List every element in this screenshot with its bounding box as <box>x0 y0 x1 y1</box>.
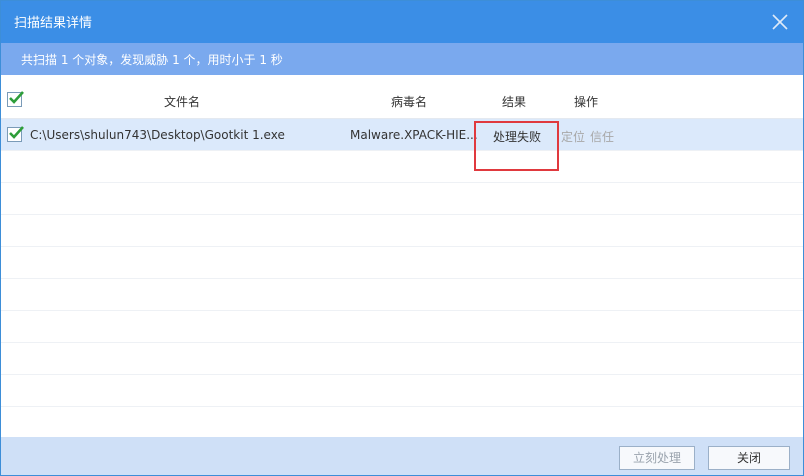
table-row <box>1 279 803 311</box>
locate-link[interactable]: 定位 <box>561 128 585 145</box>
table-row <box>1 183 803 215</box>
results-table: 文件名 病毒名 结果 操作 C:\Users\shulun743\Desktop… <box>1 81 803 437</box>
dialog-title: 扫描结果详情 <box>14 16 93 31</box>
header-filename: 文件名 <box>164 95 201 109</box>
trust-link[interactable]: 信任 <box>590 128 614 145</box>
table-header: 文件名 病毒名 结果 操作 <box>1 81 803 119</box>
close-icon[interactable] <box>771 13 789 31</box>
header-virus-name: 病毒名 <box>391 95 428 109</box>
row-filename: C:\Users\shulun743\Desktop\Gootkit 1.exe <box>30 128 285 142</box>
header-action: 操作 <box>574 95 599 109</box>
result-highlight-box <box>474 121 559 171</box>
select-all-checkbox[interactable] <box>7 91 24 107</box>
table-row <box>1 311 803 343</box>
close-button[interactable]: 关闭 <box>708 446 790 470</box>
table-row <box>1 151 803 183</box>
scan-summary-text: 共扫描 1 个对象，发现威胁 1 个，用时小于 1 秒 <box>21 53 283 67</box>
scan-result-dialog: 扫描结果详情 共扫描 1 个对象，发现威胁 1 个，用时小于 1 秒 文件名 病… <box>0 0 804 476</box>
checkmark-icon <box>9 91 24 104</box>
table-row <box>1 407 803 437</box>
table-row <box>1 375 803 407</box>
table-row <box>1 215 803 247</box>
table-row[interactable]: C:\Users\shulun743\Desktop\Gootkit 1.exe… <box>1 119 803 151</box>
dialog-footer: 立刻处理 关闭 <box>1 437 803 475</box>
table-row <box>1 343 803 375</box>
titlebar: 扫描结果详情 <box>1 1 803 43</box>
row-virus-name: Malware.XPACK-HIE... <box>350 128 478 142</box>
table-row <box>1 247 803 279</box>
row-checkbox[interactable] <box>7 126 24 142</box>
summary-bar: 共扫描 1 个对象，发现威胁 1 个，用时小于 1 秒 <box>1 43 803 75</box>
process-now-button[interactable]: 立刻处理 <box>619 446 695 470</box>
checkmark-icon <box>9 126 24 139</box>
header-result: 结果 <box>502 95 527 109</box>
